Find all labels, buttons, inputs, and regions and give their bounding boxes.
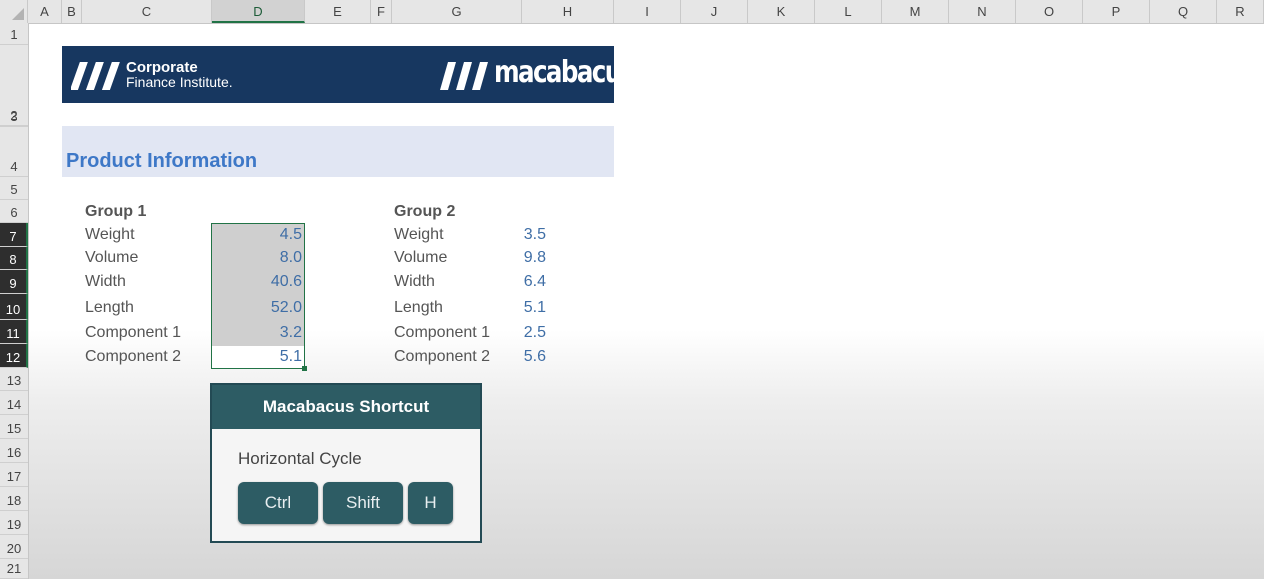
section-title: Product Information: [66, 150, 258, 172]
row-header-12[interactable]: 12: [0, 344, 28, 368]
column-header-b[interactable]: B: [62, 0, 82, 23]
key-h: H: [408, 482, 453, 524]
group2-label-weight: Weight: [394, 226, 444, 243]
group1-label-component1: Component 1: [85, 324, 182, 341]
section-header-band: Product Information: [62, 126, 614, 177]
column-header-bar: A B C D E F G H I J K L M N O P Q R: [0, 0, 1264, 24]
group1-label-component2: Component 2: [85, 348, 182, 365]
column-header-e[interactable]: E: [305, 0, 371, 23]
group2-label-volume: Volume: [394, 249, 448, 266]
group1-label-length: Length: [85, 299, 134, 316]
row-header-1[interactable]: 1: [0, 23, 28, 45]
group1-label-volume: Volume: [85, 249, 139, 266]
row-header-3[interactable]: 3: [0, 104, 28, 127]
key-shift: Shift: [323, 482, 403, 524]
row-header-15[interactable]: 15: [0, 415, 28, 439]
group2-label-width: Width: [394, 273, 435, 290]
row-header-14[interactable]: 14: [0, 391, 28, 415]
group1-value-width[interactable]: 40.6: [212, 273, 302, 291]
cfi-line1: Corporate: [126, 59, 198, 76]
row-header-20[interactable]: 20: [0, 535, 28, 559]
group2-value-width[interactable]: 6.4: [500, 273, 546, 291]
macabacus-logo-icon: [440, 62, 488, 90]
group2-value-component1[interactable]: 2.5: [500, 324, 546, 342]
row-header-21[interactable]: 21: [0, 559, 28, 579]
group1-value-weight[interactable]: 4.5: [212, 226, 302, 244]
column-header-j[interactable]: J: [681, 0, 748, 23]
column-header-f[interactable]: F: [371, 0, 392, 23]
row-header-6[interactable]: 6: [0, 200, 28, 223]
cfi-wordmark: Corporate Finance Institute.: [126, 60, 233, 90]
cfi-logo-icon: [71, 62, 120, 90]
column-header-d[interactable]: D: [212, 0, 305, 23]
macabacus-name: macabacus: [494, 55, 635, 90]
select-all-icon: [12, 8, 24, 20]
group2-title: Group 2: [394, 203, 456, 220]
column-header-h[interactable]: H: [522, 0, 614, 23]
column-header-p[interactable]: P: [1083, 0, 1150, 23]
column-header-o[interactable]: O: [1016, 0, 1083, 23]
group2-label-component2: Component 2: [394, 348, 491, 365]
row-header-9[interactable]: 9: [0, 270, 28, 294]
group1-title: Group 1: [85, 203, 147, 220]
row-header-bar: 1 2 3 4 5 6 7 8 9 10 11 12 13 14 15 16 1…: [0, 23, 29, 579]
shortcut-title: Macabacus Shortcut: [212, 385, 480, 429]
column-header-l[interactable]: L: [815, 0, 882, 23]
macabacus-trademark: ™: [633, 68, 641, 77]
row-header-16[interactable]: 16: [0, 439, 28, 463]
group2-value-length[interactable]: 5.1: [500, 299, 546, 317]
row-header-11[interactable]: 11: [0, 320, 28, 344]
column-header-m[interactable]: M: [882, 0, 949, 23]
fill-handle[interactable]: [302, 366, 307, 371]
column-header-c[interactable]: C: [82, 0, 212, 23]
column-header-r[interactable]: R: [1217, 0, 1264, 23]
group2-label-length: Length: [394, 299, 443, 316]
group1-value-component1[interactable]: 3.2: [212, 324, 302, 342]
column-header-i[interactable]: I: [614, 0, 681, 23]
group1-label-weight: Weight: [85, 226, 135, 243]
column-header-n[interactable]: N: [949, 0, 1016, 23]
group2-value-volume[interactable]: 9.8: [500, 249, 546, 267]
row-header-13[interactable]: 13: [0, 368, 28, 391]
macabacus-wordmark: macabacus™: [494, 58, 640, 88]
select-all-button[interactable]: [0, 0, 28, 23]
group1-value-length[interactable]: 52.0: [212, 299, 302, 317]
row-header-19[interactable]: 19: [0, 511, 28, 535]
group2-value-weight[interactable]: 3.5: [500, 226, 546, 244]
logo-banner: Corporate Finance Institute. macabacus™: [62, 46, 640, 103]
row-header-4[interactable]: 4: [0, 127, 28, 177]
row-header-7[interactable]: 7: [0, 223, 28, 247]
row-header-8[interactable]: 8: [0, 247, 28, 270]
cfi-line2: Finance Institute.: [126, 74, 233, 90]
group1-value-volume[interactable]: 8.0: [212, 249, 302, 267]
group2-value-component2[interactable]: 5.6: [500, 348, 546, 366]
row-header-18[interactable]: 18: [0, 487, 28, 511]
shortcut-description: Horizontal Cycle: [238, 449, 362, 468]
row-header-17[interactable]: 17: [0, 463, 28, 487]
column-header-q[interactable]: Q: [1150, 0, 1217, 23]
column-header-g[interactable]: G: [392, 0, 522, 23]
group1-value-component2[interactable]: 5.1: [212, 348, 302, 366]
row-header-10[interactable]: 10: [0, 294, 28, 320]
row-header-5[interactable]: 5: [0, 177, 28, 200]
shortcut-callout: Macabacus Shortcut Horizontal Cycle Ctrl…: [210, 383, 482, 543]
column-header-k[interactable]: K: [748, 0, 815, 23]
column-header-a[interactable]: A: [28, 0, 62, 23]
group1-label-width: Width: [85, 273, 126, 290]
key-ctrl: Ctrl: [238, 482, 318, 524]
group2-label-component1: Component 1: [394, 324, 491, 341]
